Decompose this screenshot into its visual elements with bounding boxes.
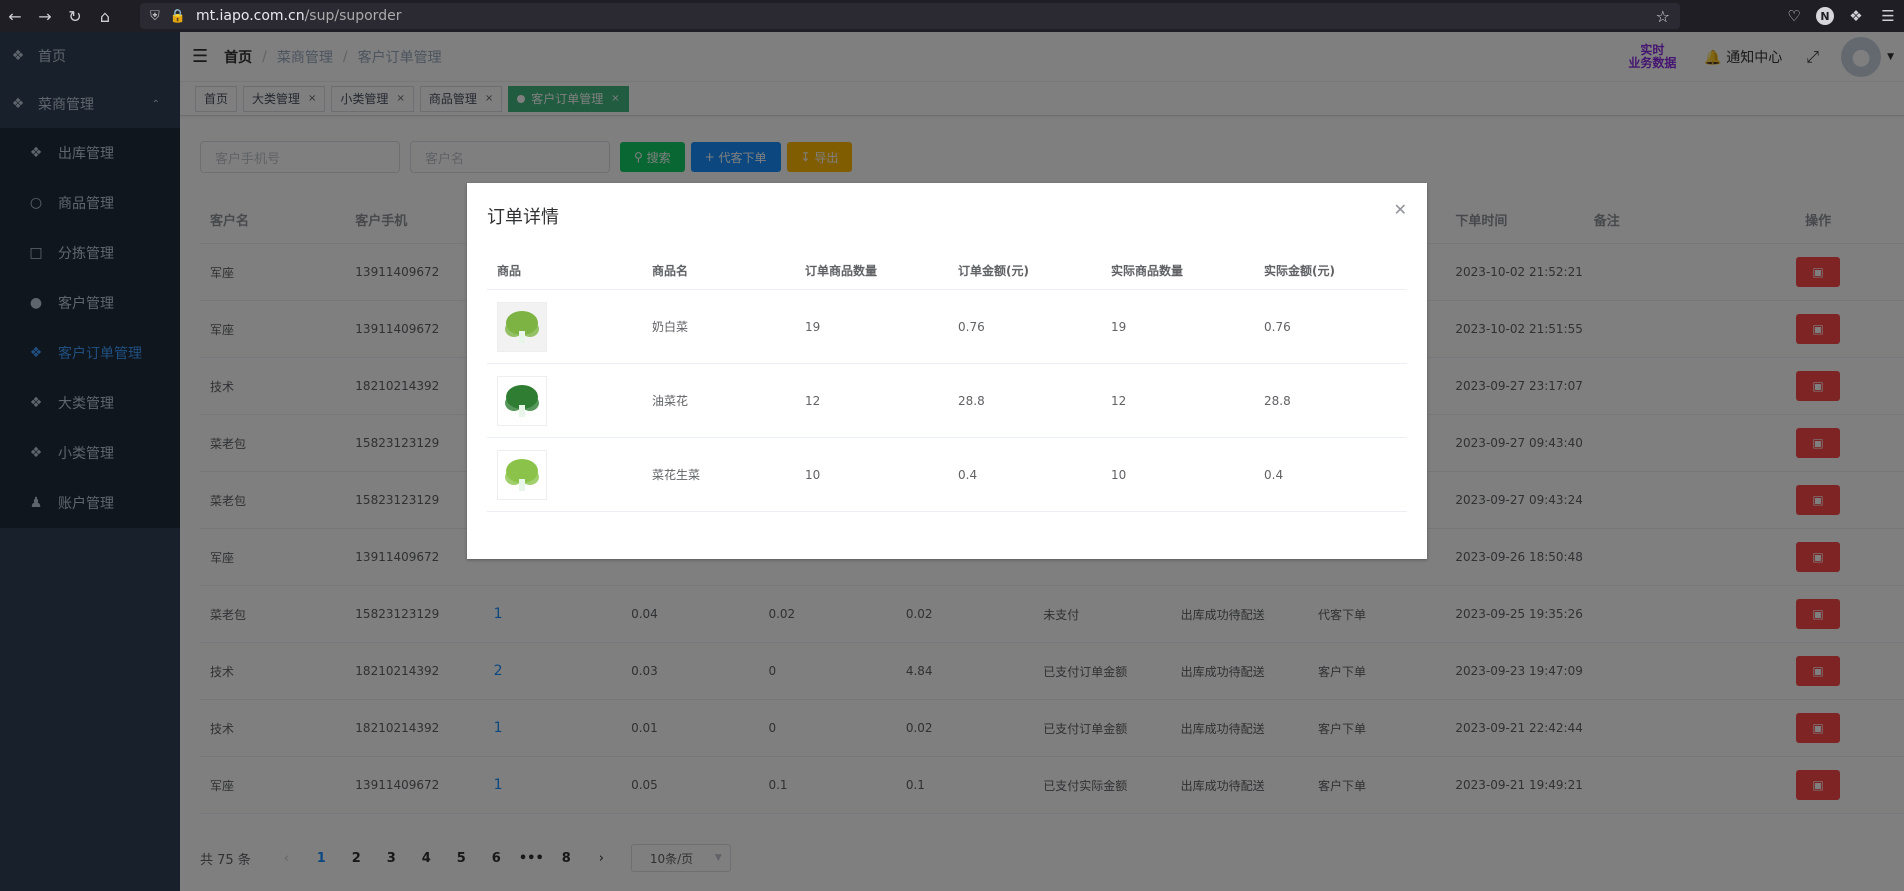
forward-icon[interactable]: → — [30, 0, 60, 32]
product-order-amt-cell: 0.76 — [958, 319, 985, 334]
product-order-qty-cell: 12 — [805, 393, 821, 408]
column-header: 订单商品数量 — [805, 264, 878, 278]
column-header: 实际金额(元) — [1264, 264, 1335, 278]
product-thumbnail — [497, 301, 547, 352]
close-icon[interactable]: ✕ — [1394, 200, 1407, 219]
product-real-amt-cell: 28.8 — [1264, 393, 1291, 408]
back-icon[interactable]: ← — [0, 0, 30, 32]
product-real-qty-cell: 12 — [1111, 393, 1127, 408]
browser-toolbar: ← → ↻ ⌂ ⛨ 🔒 mt.iapo.com.cn/sup/suporder … — [0, 0, 1904, 32]
product-order-amt-cell: 0.4 — [958, 467, 978, 482]
product-real-qty-cell: 10 — [1111, 467, 1127, 482]
product-thumbnail — [497, 375, 547, 426]
column-header: 实际商品数量 — [1111, 264, 1184, 278]
address-bar[interactable]: ⛨ 🔒 mt.iapo.com.cn/sup/suporder ☆ — [140, 3, 1680, 29]
product-order-qty-cell: 19 — [805, 319, 821, 334]
pocket-icon[interactable]: ♡ — [1784, 7, 1804, 25]
column-header: 订单金额(元) — [958, 264, 1029, 278]
dialog-table-body: 奶白菜 19 0.76 19 0.76 油菜花 12 28.8 12 28.8 菜花生菜 10 0.4 1… — [487, 290, 1407, 512]
product-image-cell — [487, 301, 642, 352]
product-real-qty-cell: 19 — [1111, 319, 1127, 334]
dialog-table-row: 油菜花 12 28.8 12 28.8 — [487, 364, 1407, 438]
product-image-cell — [487, 449, 642, 500]
lock-icon: 🔒 — [169, 8, 186, 24]
order-items-table: 商品 商品名 订单商品数量 订单金额(元) 实际商品数量 实际金额(元) 奶白菜… — [487, 239, 1407, 512]
url-path: /sup/suporder — [304, 8, 402, 24]
column-header: 商品名 — [652, 264, 689, 278]
product-real-amt-cell: 0.76 — [1264, 319, 1291, 334]
dialog-table-row: 奶白菜 19 0.76 19 0.76 — [487, 290, 1407, 364]
column-header: 商品 — [497, 264, 522, 278]
product-name-cell: 油菜花 — [652, 394, 689, 408]
dialog-table-header: 商品 商品名 订单商品数量 订单金额(元) 实际商品数量 实际金额(元) — [487, 249, 1407, 290]
shield-icon: ⛨ — [150, 8, 160, 24]
product-real-amt-cell: 0.4 — [1264, 467, 1284, 482]
dialog-table-row: 菜花生菜 10 0.4 10 0.4 — [487, 438, 1407, 512]
home-icon[interactable]: ⌂ — [90, 0, 120, 32]
dialog-title: 订单详情 — [487, 207, 559, 228]
product-thumbnail — [497, 449, 547, 500]
product-name-cell: 奶白菜 — [652, 320, 689, 334]
extensions-icon[interactable]: ❖ — [1846, 7, 1866, 25]
product-image-cell — [487, 375, 642, 426]
product-order-qty-cell: 10 — [805, 467, 821, 482]
browser-right-tools: ♡ N ❖ ☰ — [1784, 0, 1898, 32]
product-order-amt-cell: 28.8 — [958, 393, 985, 408]
url-host: mt.iapo.com.cn — [195, 8, 305, 24]
menu-icon[interactable]: ☰ — [1878, 7, 1898, 25]
bookmark-star-icon[interactable]: ☆ — [1656, 7, 1670, 26]
product-name-cell: 菜花生菜 — [652, 468, 701, 482]
reload-icon[interactable]: ↻ — [60, 0, 90, 32]
profile-avatar[interactable]: N — [1816, 7, 1834, 25]
order-detail-dialog: 订单详情 ✕ 商品 商品名 订单商品数量 订单金额(元) 实际商品数量 实际金额… — [467, 183, 1427, 559]
